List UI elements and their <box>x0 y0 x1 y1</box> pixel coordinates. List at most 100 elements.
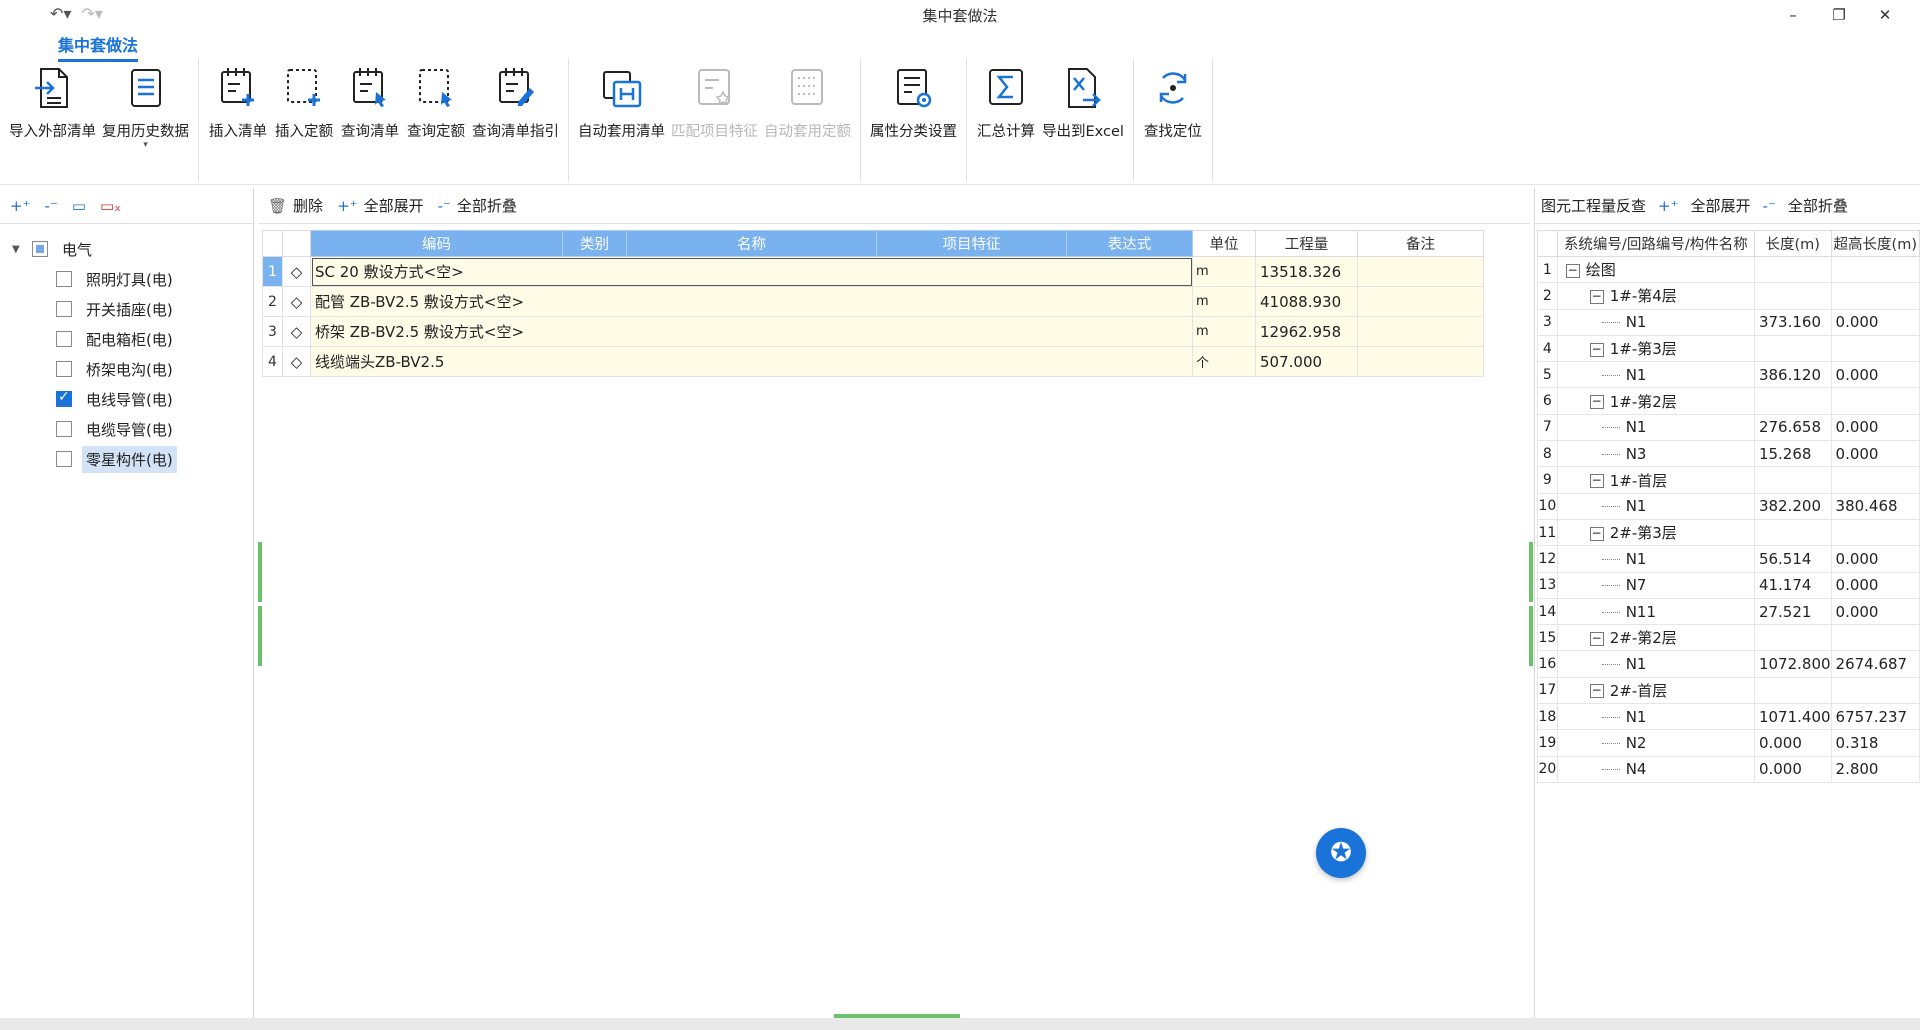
expand-all-button[interactable]: +⁺ 全部展开 <box>337 195 424 216</box>
code-cell[interactable]: 线缆端头ZB-BV2.5 <box>310 346 1193 377</box>
tree-item-checkbox[interactable] <box>56 451 72 467</box>
tree-item-checkbox[interactable] <box>56 271 72 287</box>
column-header[interactable]: 长度(m) <box>1753 230 1832 257</box>
tree-item[interactable]: 电线导管(电) <box>0 384 253 414</box>
select-all-icon[interactable]: ▭ <box>72 197 86 215</box>
column-header[interactable]: 名称 <box>626 230 877 257</box>
note-cell[interactable] <box>1357 286 1484 317</box>
collapse-toggle-icon[interactable]: − <box>1589 289 1604 304</box>
unit-cell[interactable]: m <box>1192 286 1256 317</box>
column-header[interactable]: 系统编号/回路编号/构件名称 <box>1556 230 1755 257</box>
code-cell[interactable]: 配管 ZB-BV2.5 敷设方式<空> <box>310 286 1193 317</box>
table-row[interactable]: 9−1#-首层 <box>1537 466 1920 494</box>
table-row[interactable]: 3 N1 373.160 0.000 <box>1537 308 1920 336</box>
table-row[interactable]: 2−1#-第4层 <box>1537 282 1920 310</box>
splitter-handle-right[interactable] <box>1529 542 1533 602</box>
tree-item-checkbox[interactable] <box>56 301 72 317</box>
table-row[interactable]: 7 N1 276.658 0.000 <box>1537 413 1920 442</box>
reuse-history-data-button[interactable]: 复用历史数据 ▾ <box>99 58 192 182</box>
column-header[interactable]: 表达式 <box>1066 230 1193 257</box>
collapse-all-button[interactable]: 全部折叠 <box>1788 195 1848 216</box>
tree-item-selected[interactable]: 零星构件(电) <box>0 444 253 474</box>
table-row[interactable]: 1− 绘图 <box>1537 255 1920 284</box>
tree-item[interactable]: 桥架电沟(电) <box>0 354 253 384</box>
root-checkbox[interactable] <box>32 241 48 257</box>
collapse-toggle-icon[interactable]: − <box>1589 631 1604 646</box>
table-row[interactable]: 12 N1 56.514 0.000 <box>1537 545 1920 573</box>
tree-item[interactable]: 配电箱柜(电) <box>0 324 253 354</box>
find-locate-button[interactable]: 查找定位 <box>1140 58 1206 182</box>
tree-item[interactable]: 开关插座(电) <box>0 294 253 324</box>
deselect-icon[interactable]: ▭ₓ <box>100 197 121 215</box>
minimize-icon[interactable]: – <box>1770 2 1816 28</box>
column-header[interactable]: 类别 <box>562 230 627 257</box>
column-header[interactable]: 超高长度(m) <box>1830 230 1920 257</box>
table-row[interactable]: 4−1#-第3层 <box>1537 334 1920 363</box>
query-list-button[interactable]: 查询清单 <box>337 58 403 182</box>
quantity-cell[interactable]: 13518.326 <box>1255 256 1358 287</box>
table-row[interactable]: 15−2#-第2层 <box>1537 624 1920 652</box>
code-cell[interactable]: 桥架 ZB-BV2.5 敷设方式<空> <box>310 316 1193 347</box>
note-cell[interactable] <box>1357 346 1484 377</box>
insert-list-button[interactable]: 插入清单 <box>205 58 271 182</box>
insert-quota-button[interactable]: 插入定额 <box>271 58 337 182</box>
table-row[interactable]: 19 N2 0.000 0.318 <box>1537 729 1920 757</box>
restore-icon[interactable]: ❐ <box>1816 2 1862 28</box>
table-row[interactable]: 6−1#-第2层 <box>1537 387 1920 415</box>
floating-star-button[interactable]: ✪ <box>1316 828 1366 878</box>
expand-icon[interactable]: +⁺ <box>1658 197 1679 215</box>
column-header[interactable]: 工程量 <box>1255 230 1358 257</box>
query-quota-button[interactable]: 查询定额 <box>403 58 469 182</box>
table-row[interactable]: 1 ◇ SC 20 敷设方式<空> m 13518.326 <box>262 256 1484 287</box>
tree-item-checkbox[interactable] <box>56 331 72 347</box>
unit-cell[interactable]: m <box>1192 316 1256 347</box>
note-cell[interactable] <box>1357 256 1484 287</box>
auto-apply-quota-button[interactable]: 自动套用定额 <box>761 58 854 182</box>
unit-cell[interactable]: m <box>1192 256 1256 287</box>
collapse-all-icon[interactable]: -⁻ <box>45 197 58 215</box>
collapse-toggle-icon[interactable]: − <box>1589 684 1604 699</box>
tree-item[interactable]: 电缆导管(电) <box>0 414 253 444</box>
tree-root[interactable]: ▼ 电气 <box>0 234 253 264</box>
table-row[interactable]: 2 ◇ 配管 ZB-BV2.5 敷设方式<空> m 41088.930 <box>262 286 1484 317</box>
unit-cell[interactable]: 个 <box>1192 346 1256 377</box>
quantity-cell[interactable]: 41088.930 <box>1255 286 1358 317</box>
collapse-toggle-icon[interactable]: − <box>1589 474 1604 489</box>
collapse-all-button[interactable]: -⁻ 全部折叠 <box>438 195 517 216</box>
table-row[interactable]: 8 N3 15.268 0.000 <box>1537 440 1920 468</box>
summary-calc-button[interactable]: 汇总计算 <box>973 58 1039 182</box>
table-row[interactable]: 11−2#-第3层 <box>1537 518 1920 547</box>
table-row[interactable]: 13 N7 41.174 0.000 <box>1537 571 1920 599</box>
attribute-classification-settings-button[interactable]: 属性分类设置 <box>867 58 960 182</box>
query-list-guide-button[interactable]: 查询清单指引 <box>469 58 562 182</box>
expand-all-icon[interactable]: +⁺ <box>10 197 31 215</box>
table-row[interactable]: 16 N1 1072.800 2674.687 <box>1537 650 1920 678</box>
collapse-toggle-icon[interactable]: − <box>1589 342 1604 357</box>
note-cell[interactable] <box>1357 316 1484 347</box>
auto-apply-list-button[interactable]: 自动套用清单 <box>575 58 668 182</box>
splitter-handle-right[interactable] <box>1529 606 1533 666</box>
collapse-toggle-icon[interactable]: − <box>1565 263 1580 278</box>
match-project-feature-button[interactable]: 匹配项目特征 <box>668 58 761 182</box>
table-row[interactable]: 3 ◇ 桥架 ZB-BV2.5 敷设方式<空> m 12962.958 <box>262 316 1484 347</box>
quantity-cell[interactable]: 507.000 <box>1255 346 1358 377</box>
splitter-handle-left[interactable] <box>258 542 262 602</box>
expand-all-button[interactable]: 全部展开 <box>1691 195 1751 216</box>
table-row[interactable]: 20 N4 0.000 2.800 <box>1537 755 1920 783</box>
collapse-toggle-icon[interactable]: − <box>1589 526 1604 541</box>
tree-item-checkbox[interactable] <box>56 389 72 407</box>
chevron-down-icon[interactable]: ▼ <box>12 244 24 255</box>
collapse-toggle-icon[interactable]: − <box>1589 395 1604 410</box>
table-row[interactable]: 5 N1 386.120 0.000 <box>1537 361 1920 389</box>
tree-item-checkbox[interactable] <box>56 421 72 437</box>
splitter-handle-left[interactable] <box>258 606 262 666</box>
code-cell[interactable]: SC 20 敷设方式<空> <box>310 256 1193 287</box>
tree-item[interactable]: 照明灯具(电) <box>0 264 253 294</box>
table-row[interactable]: 4 ◇ 线缆端头ZB-BV2.5 个 507.000 <box>262 346 1484 377</box>
tree-item-checkbox[interactable] <box>56 361 72 377</box>
table-row[interactable]: 17−2#-首层 <box>1537 676 1920 705</box>
column-header[interactable]: 项目特征 <box>876 230 1067 257</box>
export-excel-button[interactable]: 导出到Excel <box>1039 58 1127 182</box>
import-external-list-button[interactable]: 导入外部清单 <box>6 58 99 182</box>
column-header[interactable]: 备注 <box>1357 230 1484 257</box>
